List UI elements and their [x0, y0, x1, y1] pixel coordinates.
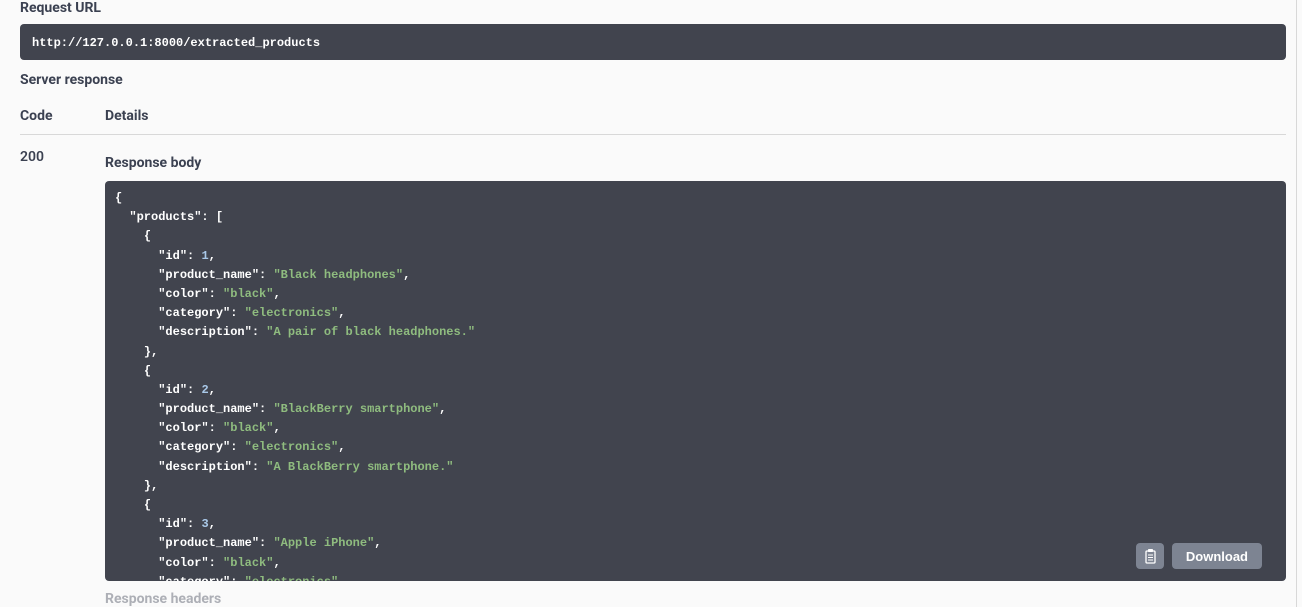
- request-url-text: http://127.0.0.1:8000/extracted_products: [32, 36, 320, 50]
- details-column-header: Details: [105, 108, 1286, 124]
- request-url-heading: Request URL: [20, 0, 1286, 16]
- download-button[interactable]: Download: [1172, 543, 1262, 569]
- clipboard-icon: [1143, 548, 1157, 564]
- server-response-heading: Server response: [20, 72, 1286, 88]
- response-headers-heading: Response headers: [105, 591, 1286, 607]
- code-column-header: Code: [20, 108, 105, 124]
- request-url-box: http://127.0.0.1:8000/extracted_products: [20, 24, 1286, 60]
- copy-button[interactable]: [1136, 543, 1164, 569]
- response-body-heading: Response body: [105, 155, 1286, 171]
- response-code: 200: [20, 149, 105, 607]
- response-body-json[interactable]: { "products": [ { "id": 1, "product_name…: [105, 181, 1286, 581]
- response-header-row: Code Details: [20, 108, 1286, 135]
